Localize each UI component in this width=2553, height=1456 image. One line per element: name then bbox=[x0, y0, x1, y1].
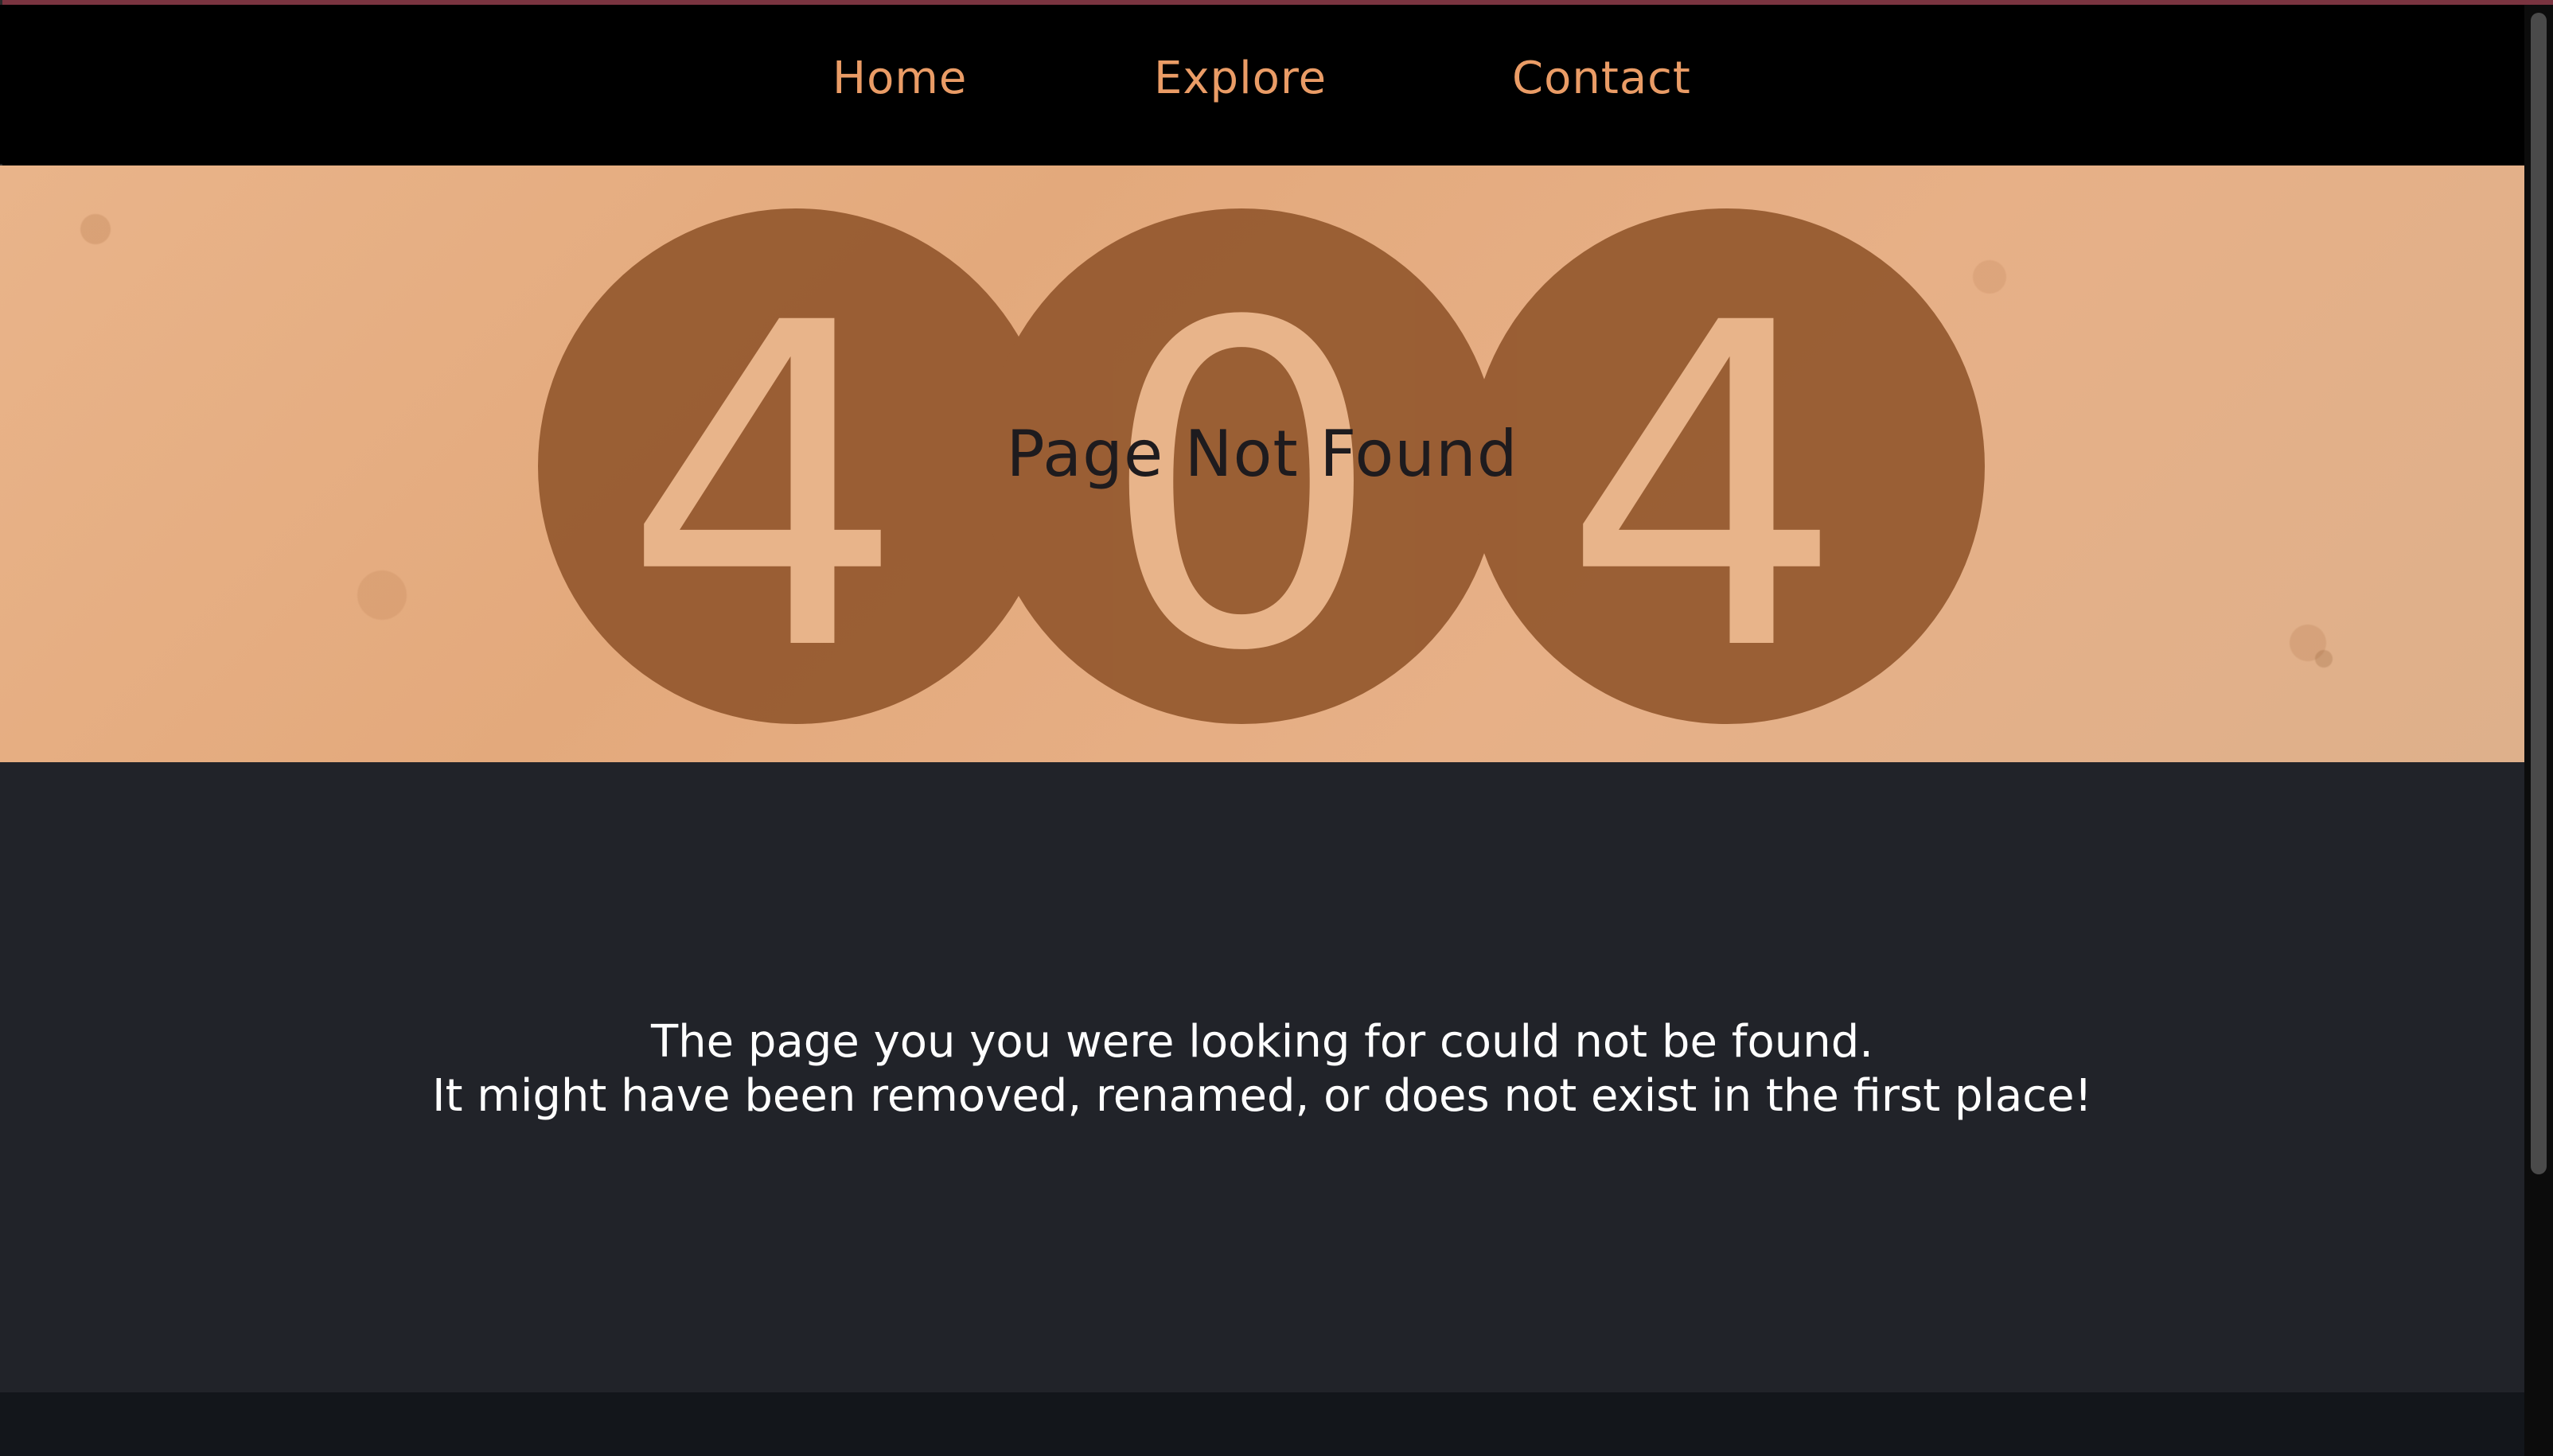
error-message-line-2: It might have been removed, renamed, or … bbox=[432, 1070, 2092, 1122]
error-message: The page you you were looking for could … bbox=[0, 1015, 2524, 1123]
nav-link-contact[interactable]: Contact bbox=[1512, 53, 1691, 104]
browser-page: Home Explore Contact 4 0 4 Page Not Foun… bbox=[0, 0, 2553, 1456]
scrollbar-thumb[interactable] bbox=[2531, 13, 2547, 1174]
vertical-scrollbar[interactable] bbox=[2524, 5, 2553, 1456]
hero-banner: 4 0 4 Page Not Found bbox=[0, 165, 2524, 762]
nav-link-home[interactable]: Home bbox=[832, 53, 967, 104]
footer bbox=[0, 1392, 2524, 1456]
error-message-line-1: The page you you were looking for could … bbox=[650, 1016, 1874, 1068]
nav-link-explore[interactable]: Explore bbox=[1154, 53, 1327, 104]
content-area: The page you you were looking for could … bbox=[0, 762, 2524, 1392]
top-navigation: Home Explore Contact bbox=[0, 5, 2524, 164]
page-title: Page Not Found bbox=[1006, 417, 1518, 491]
